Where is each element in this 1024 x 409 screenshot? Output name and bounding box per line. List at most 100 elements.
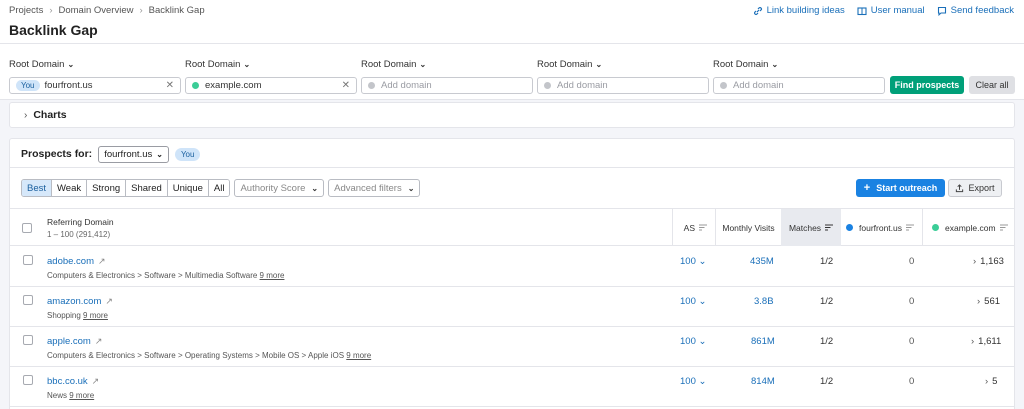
example-value[interactable]: › 1,163 bbox=[973, 256, 1004, 267]
user-manual-link[interactable]: User manual bbox=[857, 5, 925, 16]
chevron-down-icon: ⌄ bbox=[771, 59, 779, 69]
domain-input-5[interactable]: Add domain bbox=[713, 77, 885, 94]
root-domain-dropdown-1[interactable]: Root Domain ⌄ bbox=[9, 58, 74, 70]
segment-best[interactable]: Best bbox=[22, 180, 53, 196]
clear-input-icon[interactable]: ✕ bbox=[342, 80, 350, 91]
fourfront-value: 0 bbox=[909, 296, 915, 307]
root-domain-dropdown-2[interactable]: Root Domain ⌄ bbox=[185, 58, 250, 70]
domain-input-value: example.com bbox=[205, 80, 262, 91]
domain-input-4[interactable]: Add domain bbox=[537, 77, 709, 94]
more-categories-link[interactable]: 9 more bbox=[83, 311, 108, 320]
fourfront-value: 0 bbox=[909, 376, 915, 387]
domain-link[interactable]: amazon.com ↗ bbox=[47, 296, 113, 307]
domain-input-1[interactable]: You fourfront.us ✕ bbox=[9, 77, 181, 94]
domain-input-value: fourfront.us bbox=[44, 80, 93, 91]
example-value[interactable]: › 561 bbox=[977, 296, 1000, 307]
as-value[interactable]: 100 ⌄ bbox=[680, 256, 706, 267]
breadcrumb-current: Backlink Gap bbox=[148, 5, 205, 16]
sort-icon bbox=[999, 224, 1008, 231]
domain-cell: apple.com ↗ Computers & Electronics > Sof… bbox=[47, 336, 371, 360]
more-categories-link[interactable]: 9 more bbox=[69, 391, 94, 400]
th-example[interactable]: example.com bbox=[922, 209, 1014, 246]
segment-unique[interactable]: Unique bbox=[167, 180, 209, 196]
find-prospects-button[interactable]: Find prospects bbox=[890, 76, 964, 94]
th-as[interactable]: AS bbox=[672, 209, 715, 246]
example-count: 5 bbox=[992, 376, 998, 387]
domain-name: bbc.co.uk bbox=[47, 376, 88, 387]
sort-icon bbox=[906, 224, 914, 231]
category-text: Computers & Electronics > Software > Ope… bbox=[47, 351, 345, 360]
page-header: Projects › Domain Overview › Backlink Ga… bbox=[0, 0, 1024, 44]
prospects-domain-select[interactable]: fourfront.us ⌄ bbox=[98, 145, 169, 163]
root-domain-label: Root Domain bbox=[9, 58, 65, 70]
visits-value[interactable]: 3.8B bbox=[754, 296, 774, 307]
segment-shared[interactable]: Shared bbox=[126, 180, 168, 196]
example-value[interactable]: › 1,611 bbox=[971, 336, 1001, 347]
domain-column-1: Root Domain ⌄ You fourfront.us ✕ bbox=[9, 58, 181, 94]
more-categories-link[interactable]: 9 more bbox=[346, 351, 371, 360]
category-text: Shopping bbox=[47, 311, 81, 320]
root-domain-dropdown-3[interactable]: Root Domain ⌄ bbox=[361, 58, 426, 70]
as-value[interactable]: 100 ⌄ bbox=[680, 376, 706, 387]
prospects-for: Prospects for: fourfront.us ⌄ You bbox=[21, 145, 201, 163]
segment-weak[interactable]: Weak bbox=[52, 180, 88, 196]
chevron-right-icon: › bbox=[49, 5, 53, 16]
as-number: 100 bbox=[680, 376, 696, 387]
advanced-filters-dropdown[interactable]: Advanced filters ⌄ bbox=[328, 179, 421, 197]
breadcrumb-domain-overview[interactable]: Domain Overview bbox=[59, 5, 134, 16]
root-domain-dropdown-4[interactable]: Root Domain ⌄ bbox=[537, 58, 602, 70]
domain-link[interactable]: adobe.com ↗ bbox=[47, 256, 284, 267]
th-monthly-visits[interactable]: Monthly Visits bbox=[715, 209, 781, 246]
example-header: example.com bbox=[945, 222, 996, 233]
visits-value[interactable]: 861M bbox=[751, 336, 775, 347]
visits-value[interactable]: 814M bbox=[751, 376, 775, 387]
clear-all-button[interactable]: Clear all bbox=[969, 76, 1015, 94]
more-categories-link[interactable]: 9 more bbox=[260, 271, 285, 280]
segment-all[interactable]: All bbox=[208, 180, 230, 196]
charts-label: Charts bbox=[33, 109, 67, 121]
export-button[interactable]: Export bbox=[948, 179, 1002, 197]
select-all-checkbox[interactable] bbox=[22, 222, 32, 233]
as-value[interactable]: 100 ⌄ bbox=[680, 296, 706, 307]
row-checkbox[interactable] bbox=[23, 255, 33, 265]
start-outreach-button[interactable]: + Start outreach bbox=[856, 179, 945, 197]
as-value[interactable]: 100 ⌄ bbox=[680, 336, 706, 347]
row-checkbox[interactable] bbox=[23, 295, 33, 305]
domain-column-5: Root Domain ⌄ Add domain bbox=[713, 58, 885, 94]
as-number: 100 bbox=[680, 336, 696, 347]
domain-cell: amazon.com ↗ Shopping 9 more bbox=[47, 296, 113, 320]
th-fourfront[interactable]: fourfront.us bbox=[846, 209, 920, 246]
domain-link[interactable]: apple.com ↗ bbox=[47, 336, 371, 347]
root-domain-label: Root Domain bbox=[185, 58, 241, 70]
domain-name: amazon.com bbox=[47, 296, 102, 307]
domain-column-2: Root Domain ⌄ example.com ✕ bbox=[185, 58, 357, 94]
root-domain-dropdown-5[interactable]: Root Domain ⌄ bbox=[713, 58, 778, 70]
charts-toggle[interactable]: › Charts bbox=[9, 102, 1015, 128]
row-checkbox[interactable] bbox=[23, 335, 33, 345]
segment-strong[interactable]: Strong bbox=[87, 180, 127, 196]
prospects-for-label: Prospects for: bbox=[21, 148, 93, 160]
domain-input-2[interactable]: example.com ✕ bbox=[185, 77, 357, 94]
referring-domain-header: Referring Domain bbox=[47, 216, 114, 227]
fourfront-header: fourfront.us bbox=[859, 222, 902, 233]
th-matches[interactable]: Matches bbox=[781, 209, 841, 246]
authority-score-filter[interactable]: Authority Score ⌄ bbox=[234, 179, 325, 197]
row-checkbox[interactable] bbox=[23, 375, 33, 385]
table-row: amazon.com ↗ Shopping 9 more 100 ⌄ 3.8B 1… bbox=[10, 287, 1014, 327]
green-dot-icon bbox=[192, 82, 199, 89]
prospects-panel: Prospects for: fourfront.us ⌄ You Best W… bbox=[9, 138, 1015, 409]
send-feedback-link[interactable]: Send feedback bbox=[937, 5, 1014, 16]
export-icon bbox=[956, 183, 964, 192]
filter-bar: Best Weak Strong Shared Unique All Autho… bbox=[21, 179, 421, 197]
chevron-right-icon: › bbox=[985, 376, 989, 387]
domain-input-3[interactable]: Add domain bbox=[361, 77, 533, 94]
example-value[interactable]: › 5 bbox=[985, 376, 997, 387]
visits-value[interactable]: 435M bbox=[750, 256, 774, 267]
blue-dot-icon bbox=[846, 224, 853, 231]
chevron-down-icon: ⌄ bbox=[698, 336, 707, 347]
domain-link[interactable]: bbc.co.uk ↗ bbox=[47, 376, 99, 387]
link-building-ideas-link[interactable]: Link building ideas bbox=[753, 5, 845, 16]
breadcrumb-projects[interactable]: Projects bbox=[9, 5, 43, 16]
fourfront-value: 0 bbox=[909, 256, 915, 267]
clear-input-icon[interactable]: ✕ bbox=[166, 80, 174, 91]
